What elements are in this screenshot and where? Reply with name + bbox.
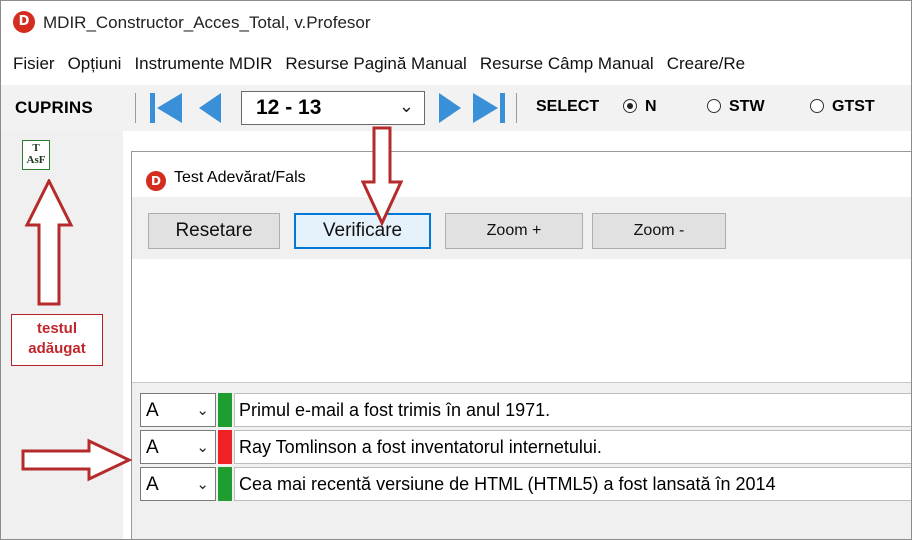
arrow-down-icon — [361, 126, 403, 226]
radio-stw-label: STW — [729, 98, 765, 115]
chevron-down-icon: ⌄ — [196, 402, 209, 419]
test-window-title: D Test Adevărat/Fals — [146, 169, 306, 191]
radio-stw[interactable]: STW — [707, 98, 765, 116]
question-text[interactable]: Primul e-mail a fost trimis în anul 1971… — [234, 393, 911, 427]
test-button-bar: Resetare Verificare Zoom + Zoom - — [132, 197, 911, 259]
test-icon-top: T — [32, 142, 40, 154]
menu-bar: Fisier Opțiuni Instrumente MDIR Resurse Pag… — [1, 47, 911, 81]
test-window-title-text: Test Adevărat/Fals — [174, 169, 306, 186]
annotation-line-2: adăugat — [28, 340, 86, 357]
radio-n-label: N — [645, 98, 657, 115]
menu-fisier[interactable]: Fisier — [13, 47, 55, 81]
menu-optiuni[interactable]: Opțiuni — [68, 47, 122, 81]
app-window: D MDIR_Constructor_Acces_Total, v.Profes… — [0, 0, 912, 540]
toolbar: CUPRINS 12 - 13 ⌄ SELECT N STW GTST — [1, 85, 911, 131]
radio-gtst-label: GTST — [832, 98, 875, 115]
answer-value: A — [146, 437, 159, 458]
menu-resurse-camp[interactable]: Resurse Câmp Manual — [480, 47, 654, 81]
last-page-button[interactable] — [469, 89, 509, 127]
arrow-right-icon — [21, 438, 133, 482]
toolbar-separator — [135, 93, 136, 123]
question-row: A ⌄ Cea mai recentă versiune de HTML (HT… — [140, 467, 911, 501]
first-page-button[interactable] — [146, 89, 186, 127]
chevron-down-icon: ⌄ — [196, 476, 209, 493]
title-bar: D MDIR_Constructor_Acces_Total, v.Profes… — [1, 1, 911, 45]
next-page-button[interactable] — [431, 89, 471, 127]
radio-unselected-icon — [810, 99, 824, 113]
first-page-icon — [150, 93, 182, 123]
cuprins-label[interactable]: CUPRINS — [15, 98, 93, 118]
test-true-false-icon[interactable]: T AsF — [22, 140, 50, 170]
arrow-up-icon — [24, 179, 74, 306]
question-row: A ⌄ Ray Tomlinson a fost inventatorul in… — [140, 430, 911, 464]
answer-select[interactable]: A ⌄ — [140, 430, 216, 464]
zoom-out-button[interactable]: Zoom - — [592, 213, 726, 249]
page-range-select[interactable]: 12 - 13 ⌄ — [241, 91, 425, 125]
prev-page-icon — [199, 93, 221, 123]
toolbar-separator — [516, 93, 517, 123]
chevron-down-icon: ⌄ — [196, 439, 209, 456]
app-logo-icon: D — [146, 171, 166, 191]
test-window: D Test Adevărat/Fals Resetare Verificare … — [131, 151, 911, 539]
radio-selected-icon — [623, 99, 637, 113]
app-logo-icon: D — [13, 11, 35, 33]
menu-resurse-pagina[interactable]: Resurse Pagină Manual — [285, 47, 466, 81]
select-label: SELECT — [536, 98, 600, 115]
chevron-down-icon: ⌄ — [398, 96, 414, 116]
answer-value: A — [146, 400, 159, 421]
answer-select[interactable]: A ⌄ — [140, 467, 216, 501]
page-range-value: 12 - 13 — [256, 96, 322, 119]
question-row: A ⌄ Primul e-mail a fost trimis în anul … — [140, 393, 911, 427]
last-page-icon — [473, 93, 505, 123]
menu-creare[interactable]: Creare/Re — [667, 47, 745, 81]
answer-select[interactable]: A ⌄ — [140, 393, 216, 427]
prev-page-button[interactable] — [191, 89, 231, 127]
test-icon-bottom: AsF — [26, 154, 46, 166]
zoom-in-button[interactable]: Zoom + — [445, 213, 583, 249]
radio-unselected-icon — [707, 99, 721, 113]
radio-gtst[interactable]: GTST — [810, 98, 875, 116]
status-indicator — [218, 467, 232, 501]
question-text[interactable]: Cea mai recentă versiune de HTML (HTML5)… — [234, 467, 911, 501]
status-indicator — [218, 430, 232, 464]
status-indicator — [218, 393, 232, 427]
window-title: MDIR_Constructor_Acces_Total, v.Profesor — [43, 13, 371, 32]
question-text[interactable]: Ray Tomlinson a fost inventatorul intern… — [234, 430, 911, 464]
radio-n[interactable]: N — [623, 98, 657, 116]
menu-instrumente[interactable]: Instrumente MDIR — [134, 47, 272, 81]
annotation-line-1: testul — [36, 320, 77, 337]
next-page-icon — [439, 93, 461, 123]
answer-value: A — [146, 474, 159, 495]
reset-button[interactable]: Resetare — [148, 213, 280, 249]
question-list: A ⌄ Primul e-mail a fost trimis în anul … — [132, 382, 911, 539]
added-test-annotation: testul adăugat — [11, 314, 103, 366]
